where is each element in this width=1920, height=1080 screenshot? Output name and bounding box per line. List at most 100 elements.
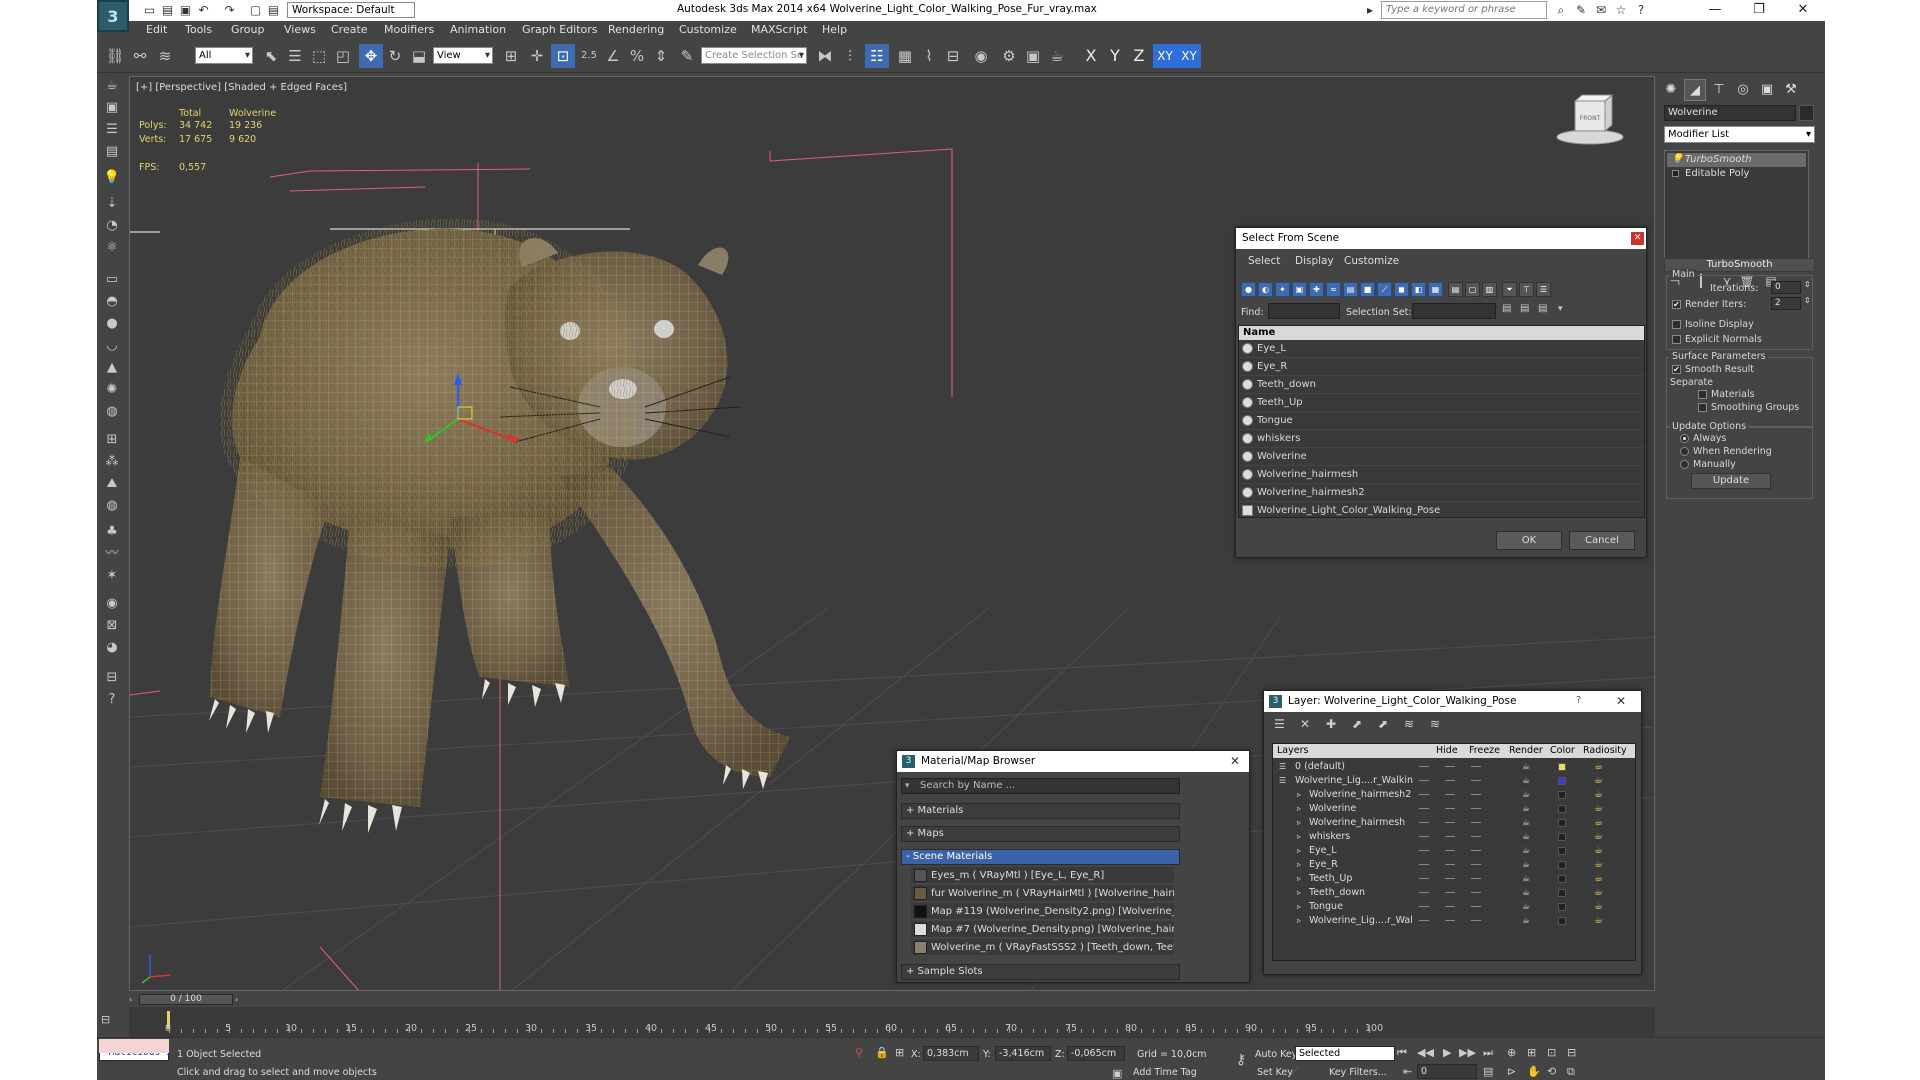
layer-row[interactable]: ▹ Wolverine_Lig....r_Wal ☕ ☕ — [1273, 914, 1635, 928]
object-color-swatch[interactable] — [1799, 105, 1814, 121]
select-and-link-icon[interactable]: ⛓ — [103, 44, 127, 68]
menu-rendering[interactable]: Rendering — [608, 23, 664, 36]
layer-delete-icon[interactable]: ✕ — [1300, 717, 1310, 731]
col-layers[interactable]: Layers — [1277, 744, 1308, 758]
select-and-scale-icon[interactable]: ⬓ — [407, 44, 431, 68]
time-tag-icon[interactable]: ▣ — [1112, 1067, 1122, 1080]
layer-color-swatch[interactable] — [1558, 917, 1566, 925]
search-options-icon[interactable]: ▾ — [905, 781, 910, 791]
material-sphere-icon[interactable]: ◉ — [102, 594, 122, 614]
col-color[interactable]: Color — [1550, 744, 1575, 758]
toggle-dash[interactable] — [1445, 850, 1455, 851]
browser-close-button[interactable]: ✕ — [1230, 754, 1240, 768]
hierarchy-icon[interactable]: ⊤ — [1519, 282, 1534, 297]
rectangular-selection-icon[interactable]: ⬚ — [307, 44, 331, 68]
list-item[interactable]: Wolverine — [1239, 448, 1644, 466]
box-primitive-icon[interactable]: ▭ — [102, 270, 122, 290]
undo-icon[interactable]: ↶ — [195, 2, 212, 18]
toggle-dash[interactable] — [1471, 864, 1481, 865]
menu-maxscript[interactable]: MAXScript — [751, 23, 807, 36]
layer-color-swatch[interactable] — [1558, 847, 1566, 855]
layer-color-swatch[interactable] — [1558, 763, 1566, 771]
filter-spacewarps-icon[interactable]: ≈ — [1326, 282, 1341, 297]
col-hide[interactable]: Hide — [1436, 744, 1458, 758]
selection-set-dropdown[interactable] — [1412, 303, 1496, 319]
layer-color-swatch[interactable] — [1558, 889, 1566, 897]
render-sphere-icon[interactable]: ◕ — [102, 638, 122, 658]
columns-icon[interactable]: ☰ — [1536, 282, 1551, 297]
render-teapot-icon[interactable]: ☕ — [1522, 844, 1530, 858]
hold-icon[interactable]: ▢ — [247, 2, 264, 18]
maximize-viewport-icon[interactable]: ⧉ — [1567, 1065, 1575, 1079]
layer-row[interactable]: ▹ Tongue ☕ ☕ — [1273, 900, 1635, 914]
key-mode-toggle-icon[interactable]: ⇤ — [1403, 1065, 1412, 1078]
layer-highlight-icon[interactable]: ⬈ — [1378, 717, 1388, 731]
angle-snap-icon[interactable]: ∠ — [601, 44, 625, 68]
stack-item-editable-poly[interactable]: Editable Poly — [1667, 167, 1806, 181]
track-bar[interactable]: ⊟ 0 5 10 15 20 25 30 35 40 45 50 55 60 65 70 75 80 85 90 95… — [101, 1007, 1655, 1037]
menu-views[interactable]: Views — [284, 23, 316, 36]
layer-color-swatch[interactable] — [1558, 903, 1566, 911]
modifier-list-dropdown[interactable]: Modifier List — [1664, 126, 1815, 143]
toggle-dash[interactable] — [1419, 780, 1429, 781]
find-input[interactable] — [1268, 303, 1340, 319]
hemisphere-icon[interactable]: ◓ — [102, 292, 122, 312]
globe-icon[interactable]: ◍ — [102, 496, 122, 516]
sun-icon[interactable]: ✺ — [102, 380, 122, 400]
time-configuration-icon[interactable]: ▤ — [1483, 1065, 1493, 1078]
menu-modifiers[interactable]: Modifiers — [384, 23, 434, 36]
layer-explorer-icon[interactable]: ▤ — [102, 142, 122, 162]
filter-hidden-icon[interactable]: ▦ — [1428, 282, 1443, 297]
lightbulb-icon[interactable]: 💡 — [1671, 153, 1683, 167]
explicit-normals-checkbox[interactable] — [1672, 335, 1681, 344]
toggle-dash[interactable] — [1471, 920, 1481, 921]
ok-button[interactable]: OK — [1496, 531, 1562, 550]
radiosity-icon[interactable]: ☕ — [1594, 760, 1606, 773]
toggle-dash[interactable] — [1419, 836, 1429, 837]
list-item[interactable]: Eyes_m ( VRayMtl ) [Eye_L, Eye_R] — [911, 867, 1174, 884]
toggle-dash[interactable] — [1445, 878, 1455, 879]
toggle-dash[interactable] — [1419, 920, 1429, 921]
pin-icon[interactable]: ⇣ — [102, 194, 122, 214]
axis-z-button[interactable]: Z — [1127, 44, 1151, 68]
layer-manager-icon[interactable]: ☷ — [865, 44, 889, 68]
toggle-dash[interactable] — [1419, 864, 1429, 865]
layer-color-swatch[interactable] — [1558, 777, 1566, 785]
filter-helpers-icon[interactable]: ✚ — [1309, 282, 1324, 297]
filter-frozen-icon[interactable]: ◧ — [1411, 282, 1426, 297]
selection-lock-icon[interactable]: 🔒 — [875, 1046, 889, 1059]
render-teapot-icon[interactable]: ☕ — [1522, 774, 1530, 788]
toggle-dash[interactable] — [1419, 892, 1429, 893]
dialog-close-button[interactable]: ✕ — [1631, 232, 1644, 245]
new-file-icon[interactable]: ▭ — [141, 2, 158, 18]
auto-key-button[interactable]: Auto Key — [1255, 1049, 1297, 1060]
render-teapot-icon[interactable]: ☕ — [1522, 802, 1530, 816]
category-materials[interactable]: + Materials — [901, 803, 1180, 819]
zoom-all-icon[interactable]: ⊞ — [1527, 1046, 1536, 1059]
menu-edit[interactable]: Edit — [146, 23, 167, 36]
select-and-move-icon[interactable]: ✥ — [359, 44, 383, 68]
toggle-dash[interactable] — [1419, 808, 1429, 809]
list-item[interactable]: Wolverine_hairmesh2 — [1239, 484, 1644, 502]
orbit-icon[interactable]: ⟲ — [1547, 1065, 1556, 1078]
toggle-dash[interactable] — [1445, 892, 1455, 893]
render-iters-spinner[interactable]: 2 — [1771, 297, 1801, 310]
smooth-result-checkbox[interactable]: ✔ — [1672, 365, 1681, 374]
open-file-icon[interactable]: ▤ — [159, 2, 176, 18]
layer-close-button[interactable]: ✕ — [1616, 694, 1626, 708]
render-teapot-icon[interactable]: ☕ — [1522, 830, 1530, 844]
previous-frame-icon[interactable]: ◀◀ — [1417, 1046, 1434, 1059]
category-sample-slots[interactable]: + Sample Slots — [901, 964, 1180, 980]
render-production-icon[interactable]: ☕ — [1045, 44, 1069, 68]
infocenter-search-input[interactable]: Type a keyword or phrase — [1381, 1, 1547, 19]
menu-help[interactable]: Help — [822, 23, 847, 36]
toggle-dash[interactable] — [1445, 906, 1455, 907]
radiosity-icon[interactable]: ☕ — [1594, 900, 1606, 913]
help-icon[interactable]: ? — [1632, 2, 1650, 18]
create-tab-icon[interactable]: ✺ — [1660, 79, 1682, 101]
toggle-dash[interactable] — [1419, 822, 1429, 823]
plant-icon[interactable]: ♣ — [102, 522, 122, 542]
layer-color-swatch[interactable] — [1558, 791, 1566, 799]
menu-customize[interactable]: Customize — [679, 23, 737, 36]
select-all-icon[interactable]: ▤ — [1448, 282, 1463, 297]
